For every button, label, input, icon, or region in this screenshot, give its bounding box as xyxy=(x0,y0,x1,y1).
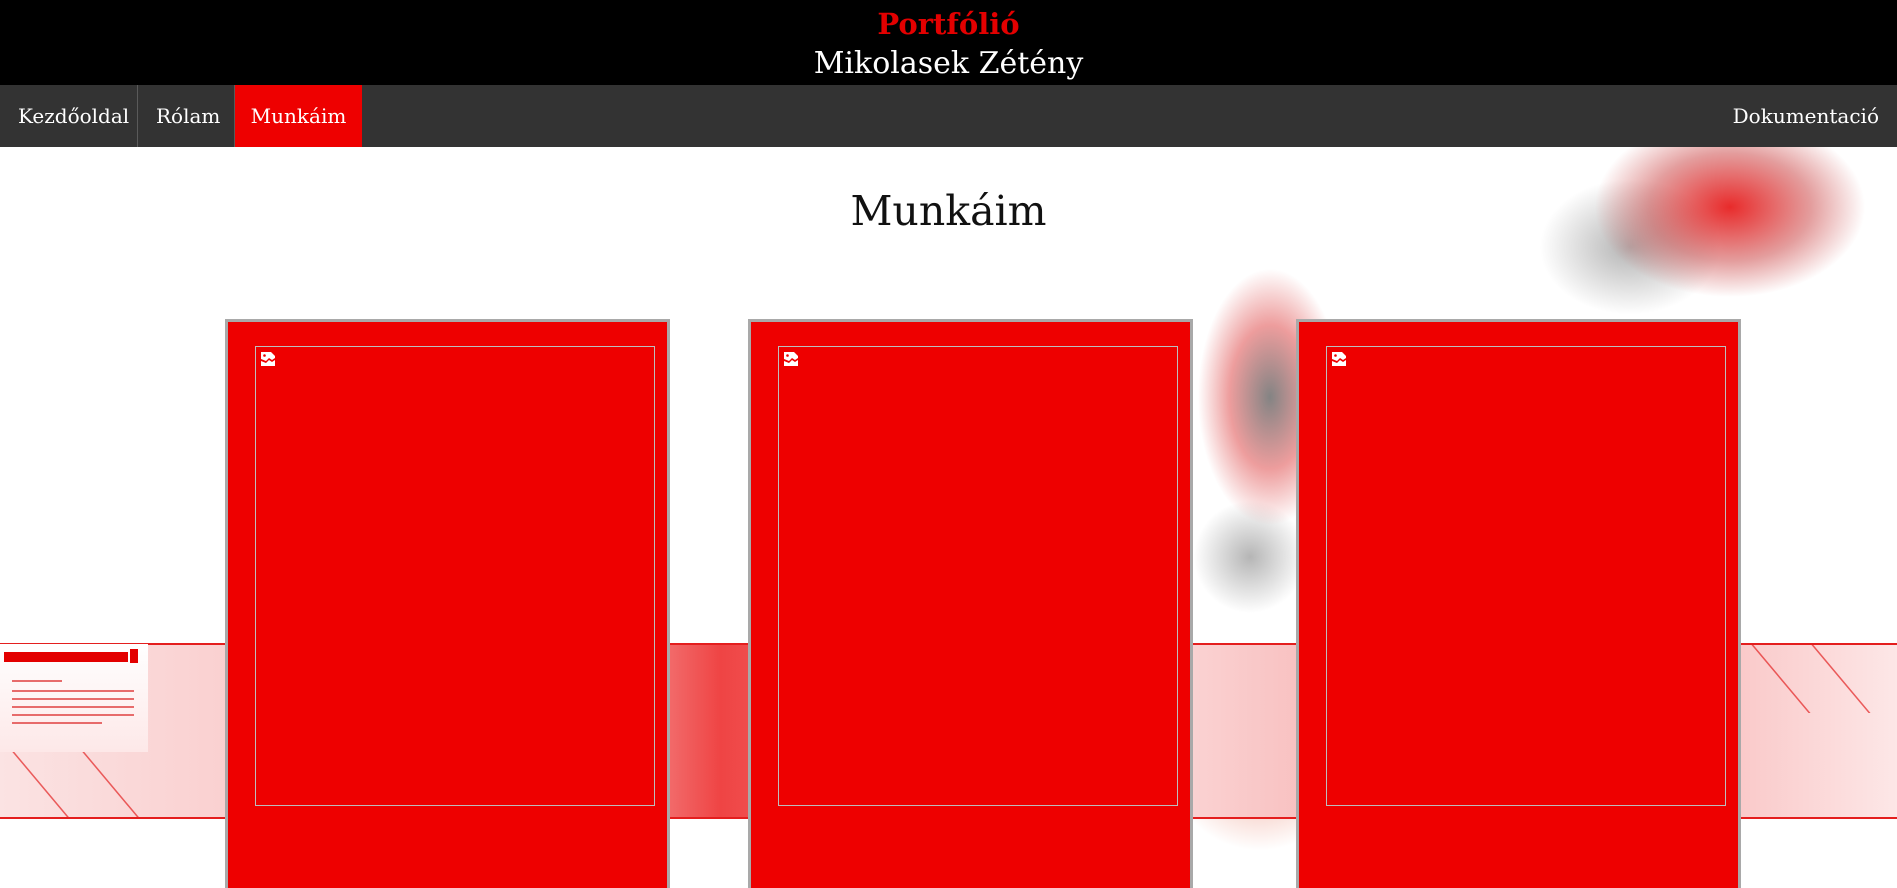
thumbnail-line xyxy=(12,690,134,692)
work-image-frame[interactable] xyxy=(255,346,655,806)
work-card[interactable] xyxy=(1296,319,1741,888)
nav-item-home[interactable]: Kezdőoldal xyxy=(0,85,138,147)
site-header: Portfólió Mikolasek Zétény xyxy=(0,0,1897,85)
thumbnail-line xyxy=(12,706,134,708)
broken-image-icon xyxy=(261,352,275,366)
broken-image-icon xyxy=(1332,352,1346,366)
broken-image-icon xyxy=(784,352,798,366)
thumbnail-line xyxy=(12,698,134,700)
thumbnail-line xyxy=(12,722,102,724)
work-image-frame[interactable] xyxy=(778,346,1178,806)
nav-item-documentation[interactable]: Dokumentació xyxy=(1715,85,1897,147)
page-heading: Munkáim xyxy=(850,187,1047,235)
work-card[interactable] xyxy=(225,319,670,888)
thumbnail-line xyxy=(12,714,134,716)
main-content: Munkáim xyxy=(0,147,1897,888)
thumbnail-bar xyxy=(4,652,128,662)
site-title: Portfólió xyxy=(877,7,1020,41)
work-image-frame[interactable] xyxy=(1326,346,1726,806)
thumbnail-bar xyxy=(130,649,138,663)
nav-item-works[interactable]: Munkáim xyxy=(235,85,362,147)
thumbnail-line xyxy=(12,680,62,682)
background-document-thumbnail xyxy=(0,644,148,752)
work-card[interactable] xyxy=(748,319,1193,888)
nav-item-about[interactable]: Rólam xyxy=(138,85,235,147)
site-subtitle: Mikolasek Zétény xyxy=(813,46,1084,81)
main-nav: Kezdőoldal Rólam Munkáim Dokumentació xyxy=(0,85,1897,147)
